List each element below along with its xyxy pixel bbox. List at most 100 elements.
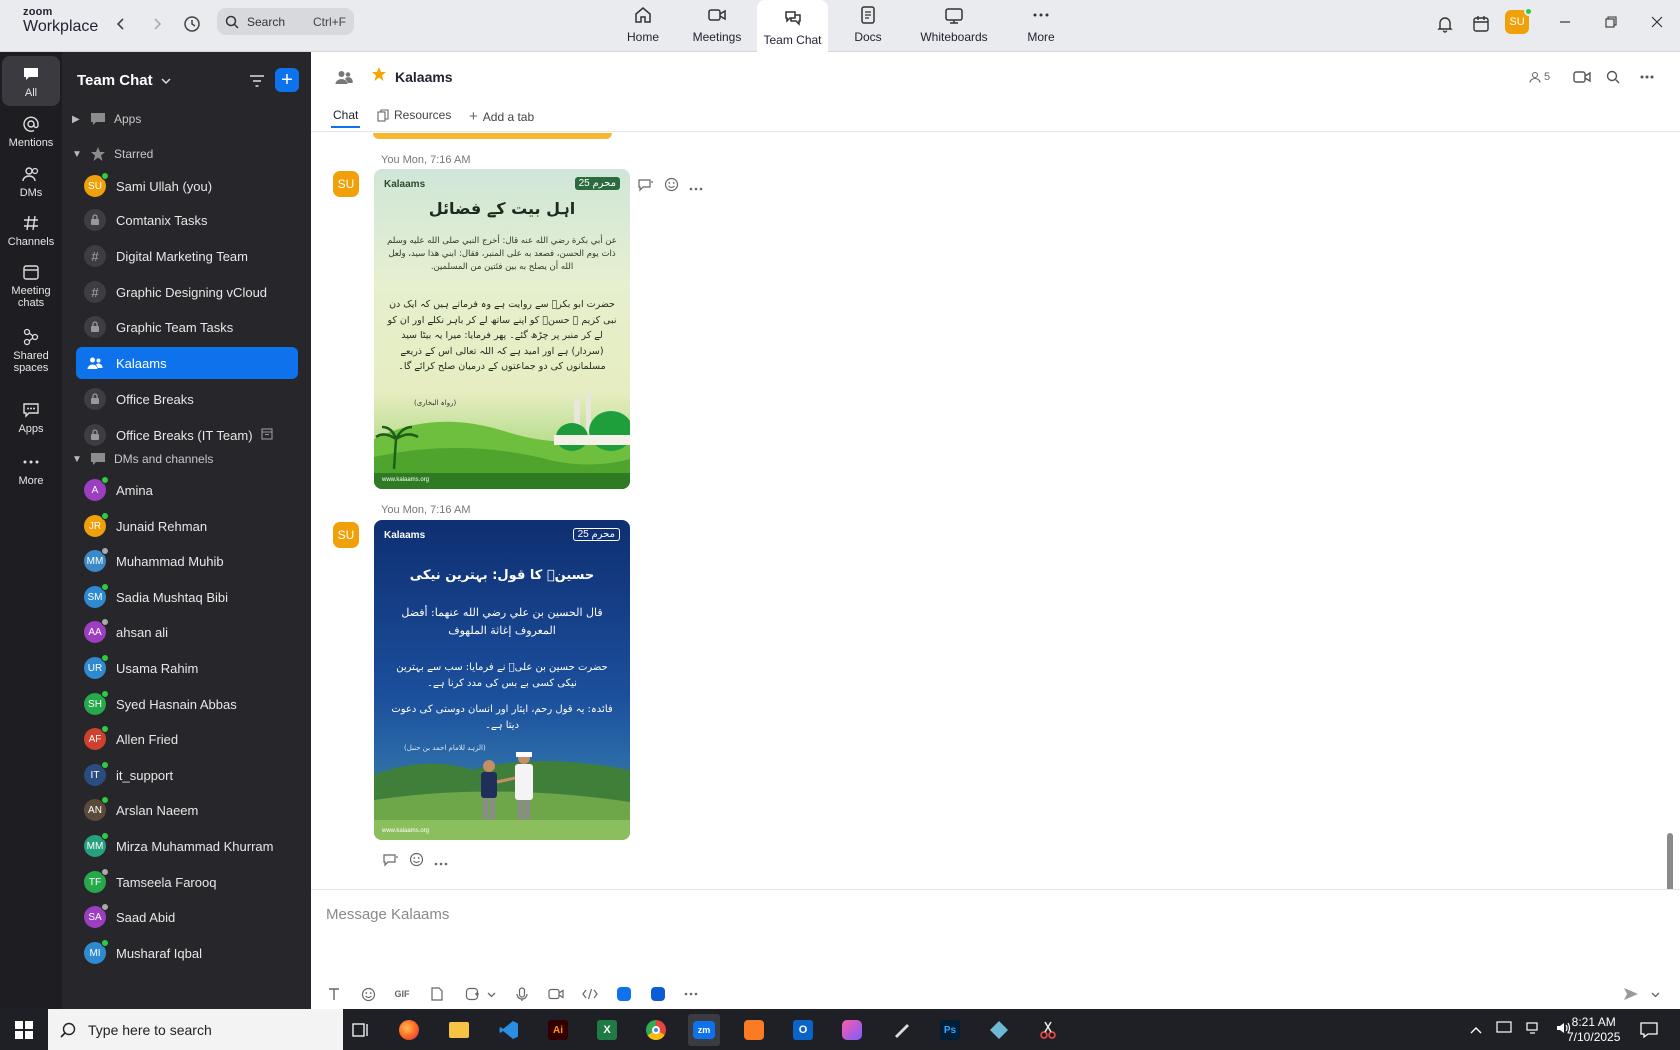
video-message-icon[interactable] (545, 983, 567, 1005)
xampp-icon[interactable] (738, 1014, 770, 1046)
tray-app-icon[interactable] (1496, 1021, 1512, 1038)
zoom-app-icon[interactable] (613, 983, 635, 1005)
sidebar-item-graphic-team-tasks[interactable]: Graphic Team Tasks (76, 311, 298, 343)
chevron-down-icon[interactable] (480, 983, 502, 1005)
sidebar-item-digital-marketing-team[interactable]: # Digital Marketing Team (76, 240, 298, 272)
code-icon[interactable] (579, 983, 601, 1005)
rail-item-apps[interactable]: Apps (2, 400, 60, 435)
sidebar-item-dm[interactable]: A Amina (76, 474, 298, 506)
tab-docs[interactable]: Docs (850, 0, 886, 50)
zoom-chat-app-icon[interactable] (647, 983, 669, 1005)
video-icon[interactable] (1573, 68, 1591, 86)
tab-whiteboards[interactable]: Whiteboards (919, 0, 989, 50)
sidebar-item-office-breaks-it-team[interactable]: Office Breaks (IT Team) (76, 419, 298, 451)
vscode-icon[interactable] (493, 1014, 525, 1046)
calendar-icon[interactable] (1467, 10, 1495, 38)
sidebar-item-dm[interactable]: AF Allen Fried (76, 723, 298, 755)
sidebar-item-sami-ullah[interactable]: SU Sami Ullah (you) (76, 170, 298, 202)
task-view-icon[interactable] (345, 1014, 377, 1046)
more-icon[interactable] (434, 854, 448, 869)
sidebar-title[interactable]: Team Chat (77, 72, 171, 89)
gif-icon[interactable]: GIF (391, 983, 413, 1005)
notifications-icon[interactable] (1640, 1009, 1658, 1050)
sidebar-item-dm[interactable]: SM Sadia Mushtaq Bibi (76, 581, 298, 613)
sidebar-item-dm[interactable]: IT it_support (76, 759, 298, 791)
sidebar-item-dm[interactable]: MM Mirza Muhammad Khurram (76, 830, 298, 862)
tab-team-chat[interactable]: Team Chat (757, 0, 828, 53)
clock[interactable]: 8:21 AM 7/10/2025 (1567, 1009, 1620, 1050)
microphone-icon[interactable] (511, 983, 533, 1005)
chrome-icon[interactable] (640, 1014, 672, 1046)
user-avatar[interactable]: SU (1505, 7, 1533, 34)
scrollbar[interactable] (1666, 133, 1674, 889)
search-bar[interactable]: Search Ctrl+F (217, 8, 354, 35)
file-icon[interactable] (426, 983, 448, 1005)
rail-item-meeting-chats[interactable]: Meeting chats (2, 262, 60, 309)
sidebar-item-dm[interactable]: AA ahsan ali (76, 616, 298, 648)
close-icon[interactable] (1642, 10, 1672, 34)
forward-icon[interactable] (143, 10, 171, 38)
rail-item-more[interactable]: More (2, 452, 60, 487)
avatar[interactable]: SU (333, 522, 359, 548)
members-button[interactable]: 5 (1529, 68, 1550, 86)
rail-item-dms[interactable]: DMs (2, 164, 60, 199)
sidebar-item-graphic-designing-vcloud[interactable]: # Graphic Designing vCloud (76, 276, 298, 308)
illustrator-icon[interactable]: Ai (542, 1014, 574, 1046)
reply-icon[interactable] (638, 178, 654, 195)
kalaam-image-card[interactable]: Kalaams محرم 25 حسینؓ کا قول: بہترین نیک… (374, 520, 630, 840)
tab-home[interactable]: Home (620, 0, 666, 50)
tab-chat[interactable]: Chat (330, 108, 361, 128)
excel-icon[interactable]: X (591, 1014, 623, 1046)
filter-icon[interactable] (246, 70, 268, 92)
emoji-icon[interactable] (357, 983, 379, 1005)
sidebar-item-dm[interactable]: UR Usama Rahim (76, 652, 298, 684)
section-apps[interactable]: ▶ Apps (72, 111, 141, 127)
sidebar-item-dm[interactable]: SH Syed Hasnain Abbas (76, 688, 298, 720)
bell-icon[interactable] (1431, 10, 1459, 38)
more-icon[interactable] (680, 983, 702, 1005)
history-icon[interactable] (178, 10, 206, 38)
restore-icon[interactable] (1596, 10, 1626, 34)
kalaam-image-card[interactable]: Kalaams محرم 25 اہل بیت کے فضائل عن أبي … (374, 169, 630, 489)
message-input[interactable] (326, 903, 1326, 925)
rail-item-mentions[interactable]: Mentions (2, 114, 60, 149)
firefox-icon[interactable] (393, 1014, 425, 1046)
search-icon[interactable] (1606, 68, 1620, 86)
sidebar-item-dm[interactable]: AN Arslan Naeem (76, 794, 298, 826)
tab-meetings[interactable]: Meetings (688, 0, 746, 50)
sidebar-item-dm[interactable]: MI Musharaf Iqbal (76, 937, 298, 969)
section-dms-and-channels[interactable]: ▼ DMs and channels (72, 451, 213, 467)
rail-item-channels[interactable]: Channels (2, 213, 60, 248)
file-explorer-icon[interactable] (443, 1014, 475, 1046)
taskbar-search[interactable]: Type here to search (48, 1009, 343, 1050)
network-icon[interactable] (1526, 1021, 1542, 1038)
sidebar-item-comtanix-tasks[interactable]: Comtanix Tasks (76, 204, 298, 236)
tab-resources[interactable]: Resources (377, 108, 451, 122)
minimize-icon[interactable] (1550, 10, 1580, 34)
rail-item-all[interactable]: All (2, 56, 60, 106)
sidebar-item-kalaams[interactable]: Kalaams (76, 347, 298, 379)
emoji-icon[interactable] (409, 852, 424, 870)
tab-add[interactable]: + Add a tab (469, 108, 534, 125)
section-starred[interactable]: ▼ Starred (72, 146, 153, 162)
windows-start-icon[interactable] (8, 1014, 40, 1046)
more-icon[interactable] (1640, 68, 1654, 86)
back-icon[interactable] (107, 10, 135, 38)
pen-tool-icon[interactable] (885, 1014, 917, 1046)
emoji-icon[interactable] (664, 177, 679, 195)
text-format-icon[interactable] (323, 983, 345, 1005)
photos-icon[interactable] (836, 1014, 868, 1046)
new-chat-button[interactable]: + (275, 68, 299, 92)
zoom-icon[interactable]: zm (688, 1014, 720, 1046)
sidebar-item-dm[interactable]: TF Tamseela Farooq (76, 866, 298, 898)
sidebar-item-dm[interactable]: SA Saad Abid (76, 901, 298, 933)
avatar[interactable]: SU (333, 171, 359, 197)
chevron-up-icon[interactable] (1470, 1023, 1482, 1037)
scrollbar-thumb[interactable] (1667, 833, 1673, 889)
outlook-icon[interactable]: O (787, 1014, 819, 1046)
snipping-tool-icon[interactable] (1032, 1014, 1064, 1046)
channel-title[interactable]: Kalaams (395, 69, 453, 85)
sidebar-item-dm[interactable]: JR Junaid Rehman (76, 510, 298, 542)
sidebar-item-office-breaks[interactable]: Office Breaks (76, 383, 298, 415)
network-app-icon[interactable] (983, 1014, 1015, 1046)
